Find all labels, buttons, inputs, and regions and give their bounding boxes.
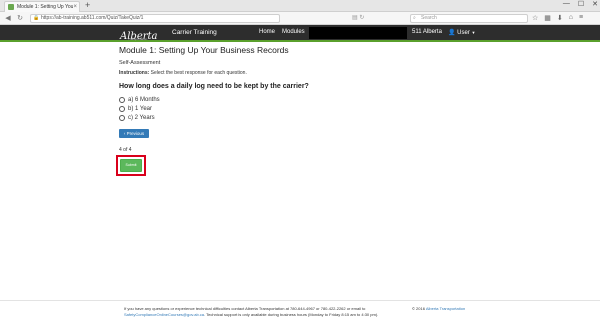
reader-view-icon[interactable]: ▤ ↻ (352, 14, 364, 21)
toolbar-icons: ☆ ▦ ⬇ ⌂ ≡ (532, 14, 583, 22)
tab-title: Module 1: Setting Up Your... (17, 4, 74, 10)
nav-modules-link[interactable]: Modules (282, 29, 305, 35)
chevron-left-icon: ‹ (123, 131, 126, 136)
nav-511-alberta-link[interactable]: 511 Alberta (412, 29, 442, 35)
footer-copyright: © 2016 Alberta Transportation (412, 306, 465, 311)
tab-close-icon[interactable]: × (73, 4, 77, 10)
copyright-text: © 2016 (412, 306, 426, 311)
bookmarks-icon[interactable]: ▦ (544, 14, 551, 22)
url-text: https://ab-training.ab511.com/Quiz/TakeQ… (41, 15, 144, 21)
star-icon[interactable]: ☆ (532, 14, 538, 22)
footer-support-text: If you have any questions or experience … (124, 306, 386, 318)
close-window-icon[interactable]: ✕ (592, 0, 598, 8)
browser-address-bar: ◀ ↻ 🔒 https://ab-training.ab511.com/Quiz… (0, 12, 600, 25)
instructions: Instructions: Select the best response f… (119, 70, 247, 76)
site-navbar: Alberta Transportation Carrier Training … (0, 25, 600, 42)
redacted-block (309, 27, 407, 39)
instructions-text: Select the best response for each questi… (149, 70, 247, 76)
search-icon: ⌕ (413, 15, 416, 21)
answer-option-c[interactable]: c) 2 Years (119, 115, 155, 121)
maximize-icon[interactable]: ☐ (578, 0, 584, 8)
minimize-icon[interactable]: — (563, 0, 570, 8)
new-tab-button[interactable]: + (85, 0, 90, 10)
user-icon: 👤 (448, 30, 456, 36)
reload-icon[interactable]: ↻ (16, 14, 24, 22)
url-field[interactable]: 🔒 https://ab-training.ab511.com/Quiz/Tak… (30, 14, 280, 23)
answer-label: a) 6 Months (128, 97, 160, 103)
radio-button[interactable] (119, 115, 125, 121)
radio-button[interactable] (119, 106, 125, 112)
radio-button[interactable] (119, 97, 125, 103)
browser-tab-bar: Module 1: Setting Up Your... × + — ☐ ✕ (0, 0, 600, 12)
instructions-label: Instructions: (119, 70, 150, 76)
question-text: How long does a daily log need to be kep… (119, 83, 309, 90)
user-menu-label: User (457, 30, 470, 36)
answer-label: c) 2 Years (128, 115, 155, 121)
favicon-icon (8, 4, 14, 10)
page-footer: If you have any questions or experience … (0, 300, 600, 325)
home-icon[interactable]: ⌂ (569, 14, 573, 22)
answer-label: b) 1 Year (128, 106, 153, 112)
page-subtitle: Self-Assessment (119, 60, 161, 66)
search-placeholder: Search (421, 15, 437, 21)
download-icon[interactable]: ⬇ (557, 14, 563, 22)
menu-icon[interactable]: ≡ (579, 14, 583, 22)
site-brand[interactable]: Carrier Training (172, 29, 217, 36)
alberta-logo[interactable]: Alberta Transportation (120, 26, 158, 44)
browser-tab[interactable]: Module 1: Setting Up Your... × (4, 1, 80, 12)
support-email-link[interactable]: SafetyComplianceOnlineCourses@gov.ab.ca (124, 312, 204, 317)
search-input[interactable]: ⌕ Search (410, 14, 528, 23)
window-controls: — ☐ ✕ (563, 0, 598, 8)
back-icon[interactable]: ◀ (4, 14, 12, 22)
previous-button-label: Previous (126, 131, 145, 136)
footer-text-2: . Technical support is only available du… (204, 312, 379, 317)
chevron-down-icon: ▼ (471, 30, 476, 35)
alberta-transportation-link[interactable]: Alberta Transportation (426, 306, 465, 311)
footer-text-1: If you have any questions or experience … (124, 306, 366, 311)
nav-home-link[interactable]: Home (259, 29, 275, 35)
answer-option-b[interactable]: b) 1 Year (119, 106, 152, 112)
answer-option-a[interactable]: a) 6 Months (119, 97, 160, 103)
question-progress: 4 of 4 (119, 147, 132, 153)
logo-subtitle: Transportation (128, 37, 148, 41)
lock-icon: 🔒 (33, 15, 40, 21)
user-menu[interactable]: 👤 User ▼ (448, 29, 475, 36)
submit-button[interactable]: Submit (120, 159, 142, 172)
page-title: Module 1: Setting Up Your Business Recor… (119, 45, 289, 55)
previous-button[interactable]: ‹ Previous (119, 129, 149, 138)
